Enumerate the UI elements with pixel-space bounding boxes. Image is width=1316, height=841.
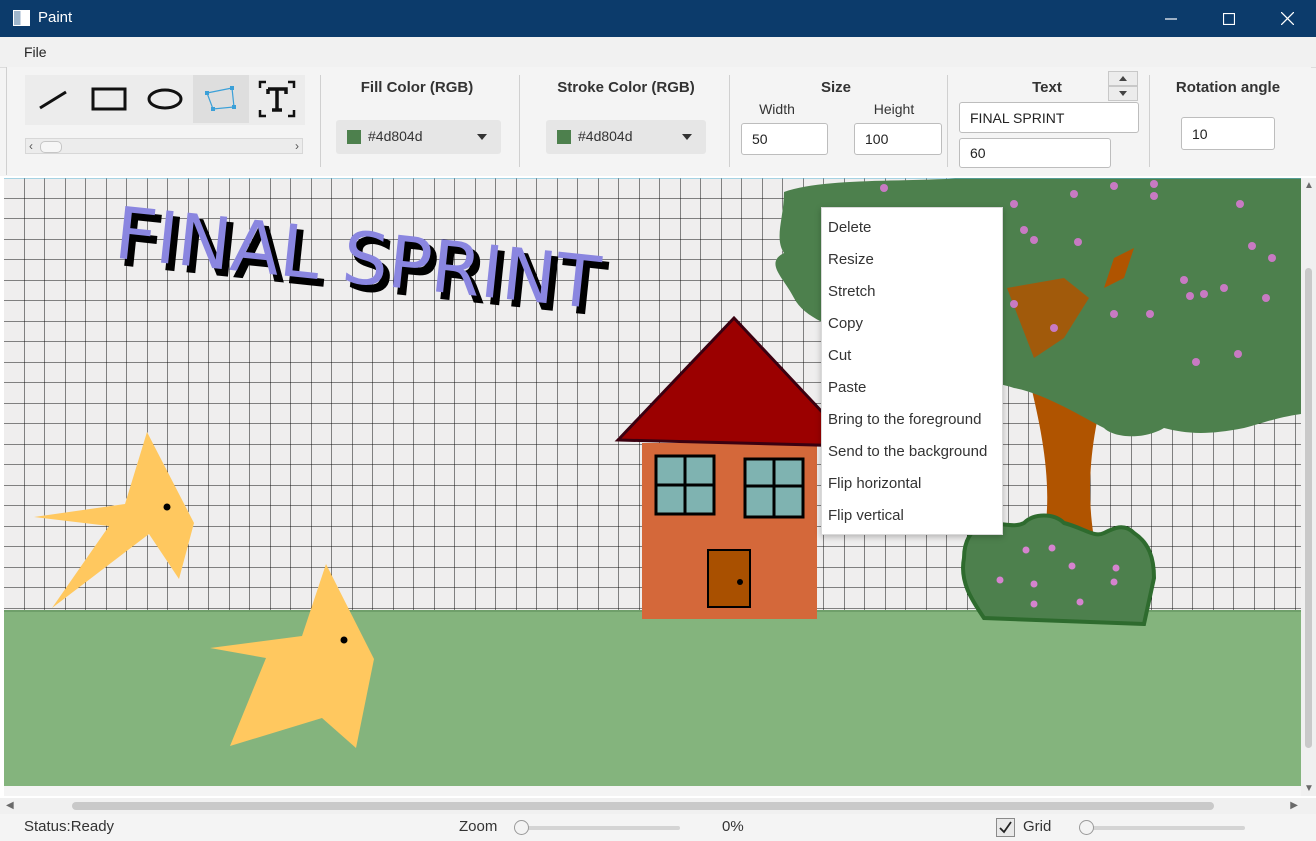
divider <box>729 75 730 167</box>
scroll-right-icon[interactable]: › <box>295 139 299 153</box>
title-bar: Paint <box>0 0 1316 37</box>
file-menu[interactable]: File <box>24 44 47 60</box>
horizontal-scroll-thumb[interactable] <box>72 802 1214 810</box>
close-button[interactable] <box>1258 0 1316 37</box>
text-input[interactable]: FINAL SPRINT <box>959 102 1139 133</box>
grid-checkbox[interactable] <box>996 818 1015 837</box>
maximize-button[interactable] <box>1200 0 1258 37</box>
minimize-icon <box>1165 17 1177 20</box>
minimize-button[interactable] <box>1142 0 1200 37</box>
menu-item-cut[interactable]: Cut <box>828 347 851 364</box>
app-icon <box>13 10 30 26</box>
ellipse-tool-icon <box>147 88 183 110</box>
status-bar: Status:Ready Zoom 0% Grid <box>0 814 1316 840</box>
width-input[interactable]: 50 <box>741 123 828 155</box>
width-label: Width <box>759 101 795 117</box>
stroke-color-picker[interactable]: #4d804d <box>546 120 706 154</box>
menu-item-delete[interactable]: Delete <box>828 219 871 236</box>
chevron-down-icon <box>477 134 487 140</box>
menu-item-copy[interactable]: Copy <box>828 315 863 332</box>
zoom-slider[interactable] <box>514 820 680 835</box>
zoom-value: 0% <box>722 818 744 835</box>
stroke-color-swatch <box>557 130 571 144</box>
rotation-label: Rotation angle <box>1175 79 1281 96</box>
grid-label: Grid <box>1023 818 1052 835</box>
menu-item-stretch[interactable]: Stretch <box>828 283 876 300</box>
rotation-input[interactable]: 10 <box>1181 117 1275 150</box>
chevron-down-icon <box>1119 91 1127 96</box>
context-menu: Delete Resize Stretch Copy Cut Paste Bri… <box>821 207 1003 535</box>
menu-item-flip-vertical[interactable]: Flip vertical <box>828 507 904 524</box>
line-tool-icon <box>39 90 67 110</box>
rectangle-tool-button[interactable] <box>81 75 137 123</box>
height-input[interactable]: 100 <box>854 123 942 155</box>
chevron-down-icon <box>682 134 692 140</box>
fill-color-picker[interactable]: #4d804d <box>336 120 501 154</box>
text-tool-icon <box>258 80 296 118</box>
grid-slider-knob[interactable] <box>1079 820 1094 835</box>
stroke-color-label: Stroke Color (RGB) <box>557 79 695 96</box>
window-title: Paint <box>38 9 73 26</box>
scroll-up-icon[interactable]: ▲ <box>1304 180 1314 191</box>
menu-item-send-background[interactable]: Send to the background <box>828 443 987 460</box>
menu-item-flip-horizontal[interactable]: Flip horizontal <box>828 475 921 492</box>
menu-item-bring-foreground[interactable]: Bring to the foreground <box>828 411 981 428</box>
divider <box>320 75 321 167</box>
zoom-label: Zoom <box>459 818 498 835</box>
divider <box>1149 75 1150 167</box>
fill-color-value: #4d804d <box>368 128 423 144</box>
vertical-scroll-thumb[interactable] <box>1305 268 1312 748</box>
status-text: Status:Ready <box>24 818 115 835</box>
spin-up-button[interactable] <box>1108 71 1138 86</box>
line-tool-button[interactable] <box>25 75 81 123</box>
grass-shape[interactable] <box>4 611 1301 786</box>
font-size-spinner[interactable] <box>1108 71 1138 101</box>
canvas-bottom-margin <box>4 786 1301 796</box>
rectangle-tool-icon <box>91 87 127 111</box>
ellipse-tool-button[interactable] <box>137 75 193 123</box>
maximize-icon <box>1223 12 1235 25</box>
fill-color-swatch <box>347 130 361 144</box>
drawing-canvas-area[interactable]: FINAL SPRINT FINAL SPRINT <box>0 176 1316 800</box>
divider <box>519 75 520 167</box>
scroll-thumb[interactable] <box>40 141 62 153</box>
scroll-right-icon[interactable]: ▶ <box>1290 800 1298 811</box>
menu-item-resize[interactable]: Resize <box>828 251 874 268</box>
fill-color-label: Fill Color (RGB) <box>360 79 474 96</box>
drawing-canvas[interactable]: FINAL SPRINT FINAL SPRINT <box>4 178 1301 796</box>
checkmark-icon <box>999 821 1012 834</box>
text-label: Text <box>1032 79 1062 96</box>
polygon-tool-button[interactable] <box>193 75 249 123</box>
close-icon <box>1280 12 1294 25</box>
tools-scrollbar[interactable]: ‹ › <box>25 138 303 154</box>
zoom-slider-knob[interactable] <box>514 820 529 835</box>
chevron-up-icon <box>1119 76 1127 81</box>
divider <box>947 75 948 167</box>
font-size-input[interactable]: 60 <box>959 138 1111 168</box>
menu-bar: File <box>0 37 1316 68</box>
stroke-color-value: #4d804d <box>578 128 633 144</box>
shape-tools <box>25 75 305 125</box>
size-label: Size <box>820 79 851 96</box>
text-tool-button[interactable] <box>249 75 305 123</box>
menu-item-paste[interactable]: Paste <box>828 379 866 396</box>
scroll-down-icon[interactable]: ▼ <box>1304 783 1314 794</box>
polygon-tool-icon <box>205 86 236 111</box>
scroll-left-icon[interactable]: ◀ <box>6 800 14 811</box>
grid-size-slider[interactable] <box>1079 820 1245 835</box>
scroll-left-icon[interactable]: ‹ <box>29 139 33 153</box>
vertical-scrollbar[interactable]: ▲ ▼ <box>1301 178 1316 796</box>
height-label: Height <box>873 101 915 117</box>
horizontal-scrollbar[interactable]: ◀ ▶ <box>0 798 1316 814</box>
spin-down-button[interactable] <box>1108 86 1138 101</box>
